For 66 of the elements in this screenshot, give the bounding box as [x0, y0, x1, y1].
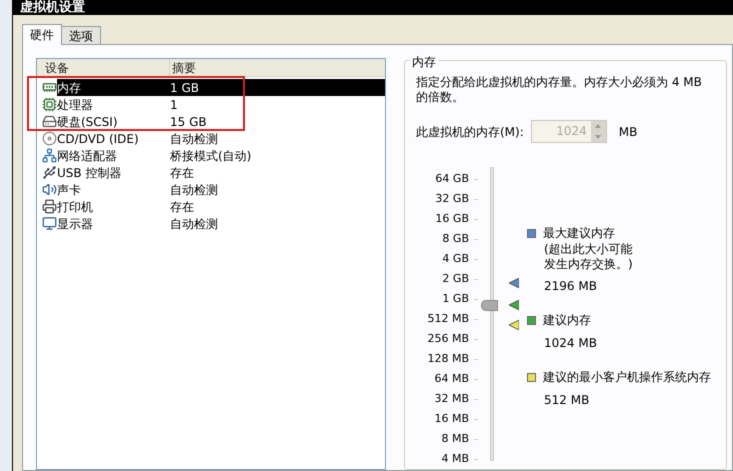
device-summary: 自动检测: [170, 216, 218, 232]
scale-label: 4 GB: [442, 250, 469, 267]
scale-label: 2 GB: [442, 270, 469, 287]
device-name: 声卡: [57, 182, 82, 198]
disc-icon: [42, 131, 57, 146]
legend-title: 最大建议内存: [543, 225, 615, 242]
device-row[interactable]: 处理器 1: [37, 96, 385, 113]
legend-title: 建议内存: [543, 312, 591, 329]
field-label: 此虚拟机的内存(M):: [416, 124, 524, 140]
scale-label: 1 GB: [442, 290, 469, 307]
tab[interactable]: 硬件: [22, 24, 62, 45]
scale-label: 16 GB: [435, 210, 469, 227]
device-summary: 15 GB: [170, 114, 207, 130]
legend-title: 建议的最小客户机操作系统内存: [543, 369, 711, 386]
device-name: 网络适配器: [57, 148, 118, 164]
device-summary: 1 GB: [170, 80, 199, 96]
device-name: USB 控制器: [57, 164, 122, 182]
network-icon: [42, 148, 57, 163]
device-summary: 自动检测: [170, 130, 218, 148]
device-name: CD/DVD (IDE): [57, 130, 140, 148]
scale-label: 8 GB: [442, 230, 469, 247]
monitor-icon: [42, 216, 57, 231]
legend-note: 发生内存交换。): [544, 257, 634, 272]
usb-icon: [42, 165, 57, 180]
printer-icon: [42, 199, 57, 214]
device-name: 内存: [57, 80, 82, 96]
scale-label: 32 MB: [434, 390, 469, 407]
scale-label: 4 MB: [441, 450, 469, 467]
device-name: 硬盘(SCSI): [57, 114, 119, 130]
device-name: 显示器: [57, 216, 94, 232]
device-summary: 桥接模式(自动): [170, 148, 252, 164]
hard-drive-icon: [42, 114, 57, 129]
device-summary: 自动检测: [170, 182, 218, 198]
column-header[interactable]: 设备: [37, 59, 170, 76]
legend-note: (超出此大小可能: [544, 242, 634, 257]
device-row[interactable]: 打印机 存在: [37, 198, 385, 215]
memory-stick-icon: [42, 80, 57, 95]
device-row[interactable]: 硬盘(SCSI) 15 GB: [37, 113, 385, 130]
unit-label: MB: [618, 124, 638, 140]
device-name: 处理器: [57, 96, 94, 114]
scale-label: 64 GB: [435, 170, 469, 187]
legend-value: 2196 MB: [544, 278, 598, 295]
device-summary: 存在: [170, 164, 194, 182]
window-title: 虚拟机设置: [20, 0, 85, 15]
device-row[interactable]: 网络适配器 桥接模式(自动): [37, 147, 385, 164]
legend-value: 1024 MB: [544, 335, 598, 352]
device-row[interactable]: 声卡 自动检测: [37, 181, 385, 198]
device-row[interactable]: USB 控制器 存在: [37, 164, 385, 181]
device-name: 打印机: [57, 198, 94, 216]
scale-label: 32 GB: [435, 190, 469, 207]
scale-label: 16 MB: [434, 410, 469, 427]
scale-label: 128 MB: [427, 350, 469, 367]
device-summary: 1: [170, 96, 178, 114]
scale-label: 256 MB: [427, 330, 469, 347]
device-row[interactable]: 显示器 自动检测: [37, 215, 385, 232]
tab[interactable]: 选项: [62, 26, 101, 44]
device-row[interactable]: CD/DVD (IDE) 自动检测: [37, 130, 385, 147]
scale-label: 64 MB: [434, 370, 469, 387]
chip-icon: [42, 97, 57, 112]
speaker-icon: [42, 182, 57, 197]
scale-label: 512 MB: [427, 310, 469, 327]
scale-label: 8 MB: [441, 430, 469, 447]
column-header[interactable]: 摘要: [170, 59, 196, 76]
legend-value: 512 MB: [544, 392, 590, 409]
description-text: 指定分配给此虚拟机的内存量。内存大小必须为 4 MB 的倍数。: [416, 75, 703, 105]
device-summary: 存在: [170, 198, 194, 216]
